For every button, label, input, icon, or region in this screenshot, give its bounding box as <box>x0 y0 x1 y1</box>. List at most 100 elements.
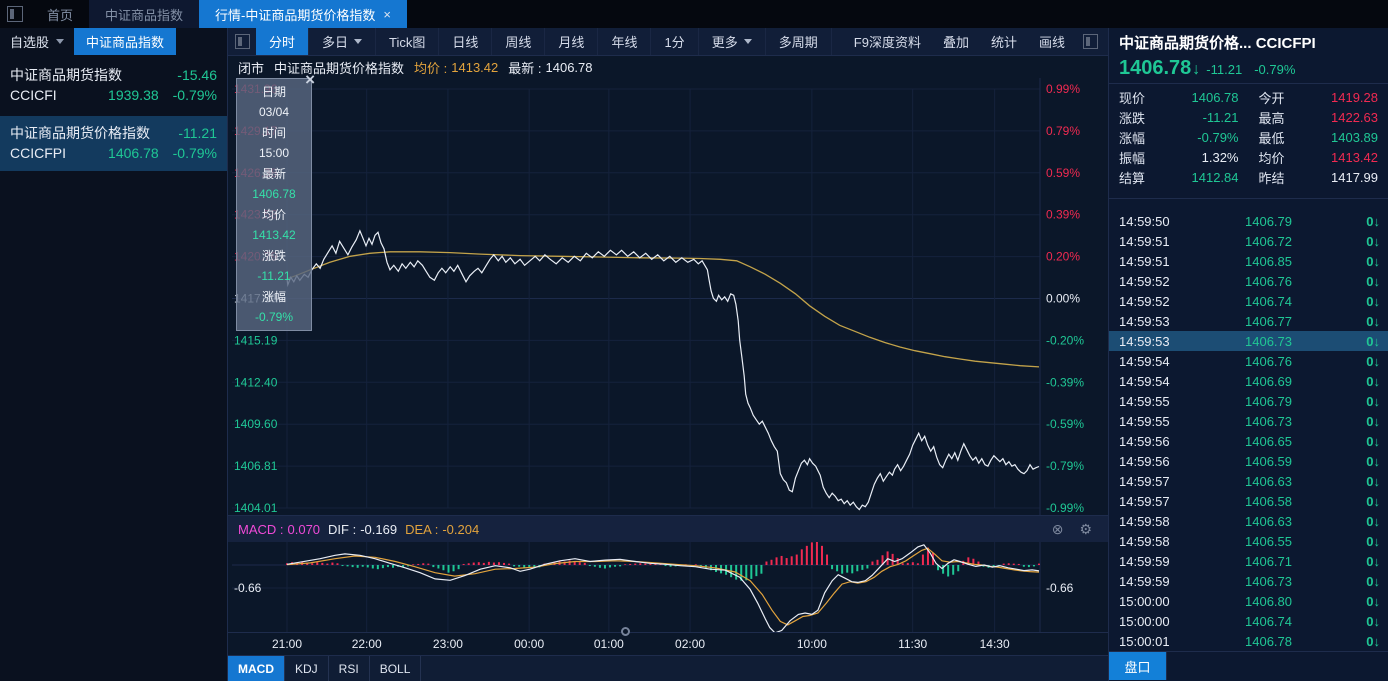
panel-toggle-left-icon[interactable] <box>235 34 250 49</box>
tape-row[interactable]: 14:59:531406.770↓ <box>1109 311 1388 331</box>
dif-label: DIF : <box>328 522 356 537</box>
macd-chart[interactable]: -0.66-0.66 <box>228 542 1108 632</box>
toolbar-分时[interactable]: 分时 <box>256 28 309 55</box>
tab-indicator-MACD[interactable]: MACD <box>228 656 285 681</box>
tape-row[interactable]: 14:59:581406.550↓ <box>1109 531 1388 551</box>
macd-hist-bar <box>750 565 752 579</box>
watchlist-item-CCICFI[interactable]: 中证商品期货指数-15.46CCICFI1939.38-0.79% <box>0 58 227 113</box>
intraday-chart-area[interactable]: 1431.961429.171426.381423.581420.791417.… <box>228 78 1108 515</box>
toolbar-多周期[interactable]: 多周期 <box>766 28 832 55</box>
toolbar-Tick图[interactable]: Tick图 <box>376 28 439 55</box>
toolbar-label: 多日 <box>322 32 348 51</box>
price-chart[interactable]: 1431.961429.171426.381423.581420.791417.… <box>228 78 1108 515</box>
tooltip-close-icon[interactable]: × <box>305 71 315 88</box>
toolbar-label: 年线 <box>611 32 637 51</box>
tape-row[interactable]: 14:59:511406.720↓ <box>1109 231 1388 251</box>
pane-resize-handle[interactable] <box>621 627 630 636</box>
tape-row[interactable]: 14:59:571406.630↓ <box>1109 471 1388 491</box>
tape-price: 1406.63 <box>1197 474 1292 489</box>
top-tab-label: 首页 <box>47 5 73 24</box>
tape-row[interactable]: 15:00:001406.800↓ <box>1109 591 1388 611</box>
tape-volume: 0↓ <box>1350 534 1380 549</box>
tape-row[interactable]: 14:59:511406.850↓ <box>1109 251 1388 271</box>
macd-hist-bar <box>331 563 333 565</box>
tab-close-icon[interactable]: × <box>383 7 391 22</box>
toolbar-日线[interactable]: 日线 <box>439 28 492 55</box>
trading-app-window: 首页中证商品指数行情-中证商品期货价格指数× 自选股 中证商品指数 中证商品期货… <box>0 0 1388 681</box>
instrument-change: -11.21 <box>178 123 217 143</box>
watchlist-item-CCICFPI[interactable]: 中证商品期货价格指数-11.21CCICFPI1406.78-0.79% <box>0 116 227 171</box>
gear-icon[interactable]: ⚙ <box>1079 521 1092 538</box>
macd-hist-bar <box>1033 565 1035 566</box>
macd-hist-bar <box>639 563 641 565</box>
watchlist-group-dropdown[interactable]: 自选股 <box>0 28 72 55</box>
toolbar-画线[interactable]: 画线 <box>1028 28 1076 55</box>
toolbar-周线[interactable]: 周线 <box>492 28 545 55</box>
tape-row[interactable]: 14:59:501406.790↓ <box>1109 211 1388 231</box>
toolbar-年线[interactable]: 年线 <box>598 28 651 55</box>
tape-time: 14:59:50 <box>1119 214 1197 229</box>
toolbar-月线[interactable]: 月线 <box>545 28 598 55</box>
macd-hist-bar <box>528 565 530 567</box>
toolbar-叠加[interactable]: 叠加 <box>932 28 980 55</box>
tab-indicator-BOLL[interactable]: BOLL <box>370 656 422 681</box>
tape-volume: 0↓ <box>1350 374 1380 389</box>
macd-hist-bar <box>912 562 914 565</box>
macd-hist-bar <box>311 563 313 565</box>
tab-order-book[interactable]: 盘口 <box>1109 652 1167 680</box>
macd-hist-bar <box>392 565 394 568</box>
tape-row[interactable]: 14:59:551406.790↓ <box>1109 391 1388 411</box>
window-layout-icon[interactable] <box>7 6 23 22</box>
tape-row[interactable]: 14:59:541406.760↓ <box>1109 351 1388 371</box>
tape-volume: 0↓ <box>1350 554 1380 569</box>
tab-indicator-RSI[interactable]: RSI <box>329 656 370 681</box>
macd-hist-bar <box>760 565 762 574</box>
tape-price: 1406.71 <box>1197 554 1292 569</box>
macd-hist-bar <box>503 563 505 565</box>
tooltip-label: 最新 <box>237 164 311 185</box>
toolbar-1分[interactable]: 1分 <box>651 28 698 55</box>
quote-footer: 盘口 <box>1109 651 1388 680</box>
tape-volume: 0↓ <box>1350 214 1380 229</box>
tape-row[interactable]: 14:59:541406.690↓ <box>1109 371 1388 391</box>
macd-hist-bar <box>806 546 808 565</box>
avg-price-value: 1413.42 <box>451 60 498 75</box>
tape-row[interactable]: 14:59:531406.730↓ <box>1109 331 1388 351</box>
time-and-sales-list[interactable]: 14:59:501406.790↓14:59:511406.720↓14:59:… <box>1109 211 1388 651</box>
toolbar-F9深度资料[interactable]: F9深度资料 <box>843 28 932 55</box>
tape-row[interactable]: 14:59:551406.730↓ <box>1109 411 1388 431</box>
tape-row[interactable]: 14:59:571406.580↓ <box>1109 491 1388 511</box>
close-indicator-icon[interactable]: ⊗ <box>1052 521 1064 538</box>
macd-hist-bar <box>826 555 828 565</box>
tape-row[interactable]: 14:59:591406.710↓ <box>1109 551 1388 571</box>
sidebar-tab-index-group[interactable]: 中证商品指数 <box>74 28 176 55</box>
toolbar-多日[interactable]: 多日 <box>309 28 376 55</box>
macd-hist-bar <box>448 565 450 573</box>
panel-toggle-right-icon[interactable] <box>1083 34 1098 49</box>
tape-row[interactable]: 15:00:011406.780↓ <box>1109 631 1388 651</box>
toolbar-更多[interactable]: 更多 <box>699 28 766 55</box>
tape-row[interactable]: 14:59:561406.650↓ <box>1109 431 1388 451</box>
macd-hist-bar <box>442 565 444 570</box>
tape-price: 1406.80 <box>1197 594 1292 609</box>
tape-row[interactable]: 15:00:001406.740↓ <box>1109 611 1388 631</box>
quote-grid-row: 结算1412.84昨结1417.99 <box>1119 167 1378 187</box>
macd-hist-bar <box>498 562 500 565</box>
top-tab-1[interactable]: 中证商品指数 <box>89 0 199 28</box>
top-tab-2[interactable]: 行情-中证商品期货价格指数× <box>199 0 407 28</box>
y-axis-percent-label: 0.79% <box>1046 124 1080 138</box>
market-status-label: 闭市 <box>238 58 264 77</box>
macd-hist-bar <box>821 546 823 565</box>
x-axis-tick-10:00: 10:00 <box>797 637 827 651</box>
tape-price: 1406.77 <box>1197 314 1292 329</box>
tape-volume: 0↓ <box>1350 394 1380 409</box>
tape-row[interactable]: 14:59:561406.590↓ <box>1109 451 1388 471</box>
top-tab-0[interactable]: 首页 <box>31 0 89 28</box>
tape-row[interactable]: 14:59:521406.740↓ <box>1109 291 1388 311</box>
tab-indicator-KDJ[interactable]: KDJ <box>285 656 329 681</box>
tape-row[interactable]: 14:59:521406.760↓ <box>1109 271 1388 291</box>
toolbar-统计[interactable]: 统计 <box>980 28 1028 55</box>
tape-row[interactable]: 14:59:591406.730↓ <box>1109 571 1388 591</box>
tape-volume: 0↓ <box>1350 314 1380 329</box>
tape-row[interactable]: 14:59:581406.630↓ <box>1109 511 1388 531</box>
